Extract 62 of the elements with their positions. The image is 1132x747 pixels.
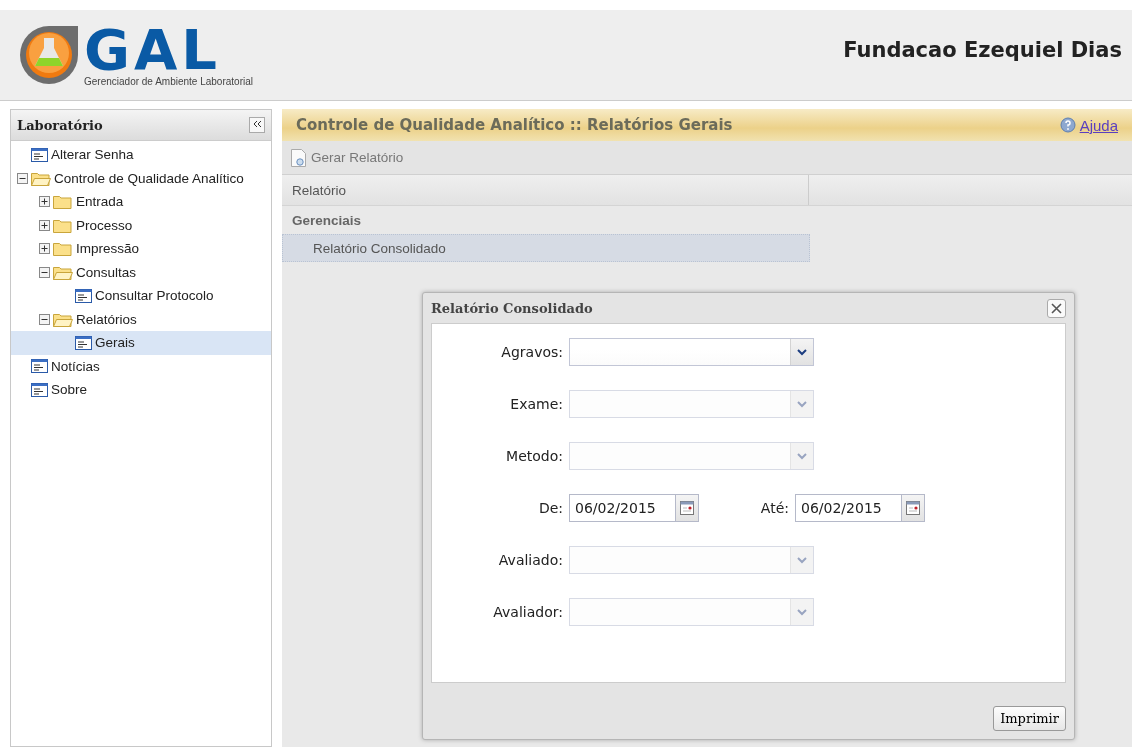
generate-report-button[interactable]: Gerar Relatório [290, 147, 404, 168]
tree-item[interactable]: Entrada [76, 194, 124, 210]
double-chevron-left-icon [252, 120, 262, 128]
tree-item[interactable]: Consultas [76, 264, 137, 280]
dropdown-field[interactable] [569, 338, 814, 366]
open-folder-icon [31, 170, 51, 186]
tree-item[interactable]: Processo [76, 217, 133, 233]
field-label: Avaliador: [492, 604, 564, 620]
tree-item[interactable]: Impressão [76, 241, 140, 257]
tree-item[interactable]: Consultar Protocolo [95, 288, 214, 304]
print-button[interactable]: Imprimir [993, 706, 1066, 731]
flask-logo-icon [18, 24, 80, 86]
expand-icon[interactable] [39, 219, 50, 231]
folder-icon [53, 194, 73, 210]
logo-text: GAL [84, 23, 221, 76]
close-button[interactable] [1047, 298, 1066, 318]
field-label: De: [537, 500, 564, 516]
page-title: Controle de Qualidade Analítico :: Relatórios Gerais [296, 116, 733, 134]
document-search-icon [290, 147, 308, 168]
open-folder-icon [53, 311, 73, 327]
tree-item[interactable]: Sobre [51, 382, 88, 398]
page-icon [75, 288, 92, 303]
folder-icon [53, 241, 73, 257]
grid-row[interactable]: Relatório Consolidado [282, 234, 810, 262]
tree-item[interactable]: Controle de Qualidade Analítico [54, 170, 244, 186]
dropdown-field[interactable] [569, 546, 814, 574]
field-label: Até: [759, 500, 790, 516]
dropdown-field[interactable] [569, 390, 814, 418]
organization-name: Fundacao Ezequiel Dias [843, 38, 1122, 62]
calendar-icon[interactable] [680, 501, 694, 515]
dropdown-field[interactable] [569, 442, 814, 470]
collapse-icon[interactable] [17, 172, 28, 184]
open-folder-icon [53, 264, 73, 280]
tree-item[interactable]: Alterar Senha [51, 147, 134, 163]
page-icon [31, 147, 48, 162]
help-icon [1059, 117, 1076, 133]
dialog-title: Relatório Consolidado [431, 300, 593, 316]
collapse-icon[interactable] [39, 313, 50, 325]
tree-item[interactable]: Notícias [51, 358, 100, 374]
field-label: Exame: [509, 396, 564, 412]
close-icon [1051, 302, 1062, 314]
expand-icon[interactable] [39, 196, 50, 208]
field-label: Metodo: [505, 448, 564, 464]
calendar-icon[interactable] [906, 501, 920, 515]
collapse-button[interactable] [249, 117, 265, 133]
group-header: Gerenciais [291, 211, 363, 230]
logo-subtitle: Gerenciador de Ambiente Laboratorial [84, 75, 253, 87]
page-icon [31, 382, 48, 397]
sidebar-title: Laboratório [17, 117, 103, 133]
tree-item[interactable]: Relatórios [76, 311, 137, 327]
field-label: Avaliado: [497, 552, 564, 568]
dropdown-field[interactable] [569, 598, 814, 626]
date-field[interactable]: 06/02/2015 [795, 494, 902, 522]
page-icon [75, 335, 92, 350]
tree-item[interactable]: Gerais [95, 335, 135, 351]
expand-icon[interactable] [39, 243, 50, 255]
date-field[interactable]: 06/02/2015 [569, 494, 676, 522]
page-icon [31, 359, 48, 374]
field-label: Agravos: [500, 344, 564, 360]
help-link[interactable]: Ajuda [1079, 116, 1118, 134]
collapse-icon[interactable] [39, 266, 50, 278]
folder-icon [53, 217, 73, 233]
